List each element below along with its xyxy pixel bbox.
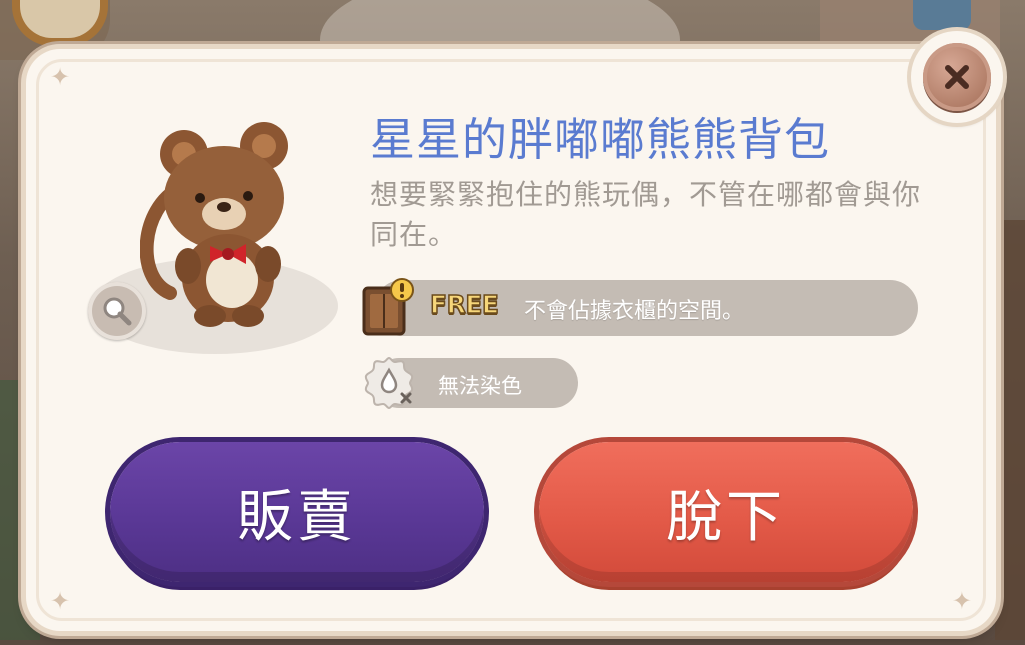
close-button[interactable] (911, 31, 1003, 123)
magnifier-icon (103, 297, 132, 326)
close-icon (923, 43, 991, 111)
no-dye-icon (364, 356, 414, 410)
corner-ornament-icon: ✦ (50, 63, 71, 91)
dye-note: 無法染色 (438, 374, 522, 398)
wardrobe-free-info: FREE 不會佔據衣櫃的空間。 (374, 280, 918, 336)
item-title: 星星的胖嘟嘟熊熊背包 (370, 113, 831, 166)
free-badge: FREE (429, 289, 499, 320)
corner-ornament-icon: ✦ (951, 587, 972, 615)
item-description: 想要緊緊抱住的熊玩偶，不管在哪都會與你同在。 (370, 178, 922, 251)
sell-button[interactable]: 販賣 (110, 442, 484, 582)
bear-backpack-image (140, 122, 288, 327)
wardrobe-icon (362, 278, 414, 336)
zoom-preview-button[interactable] (88, 282, 146, 340)
wardrobe-note: 不會佔據衣櫃的空間。 (524, 299, 745, 324)
unequip-button[interactable]: 脫下 (539, 442, 913, 582)
corner-ornament-icon: ✦ (50, 587, 71, 615)
